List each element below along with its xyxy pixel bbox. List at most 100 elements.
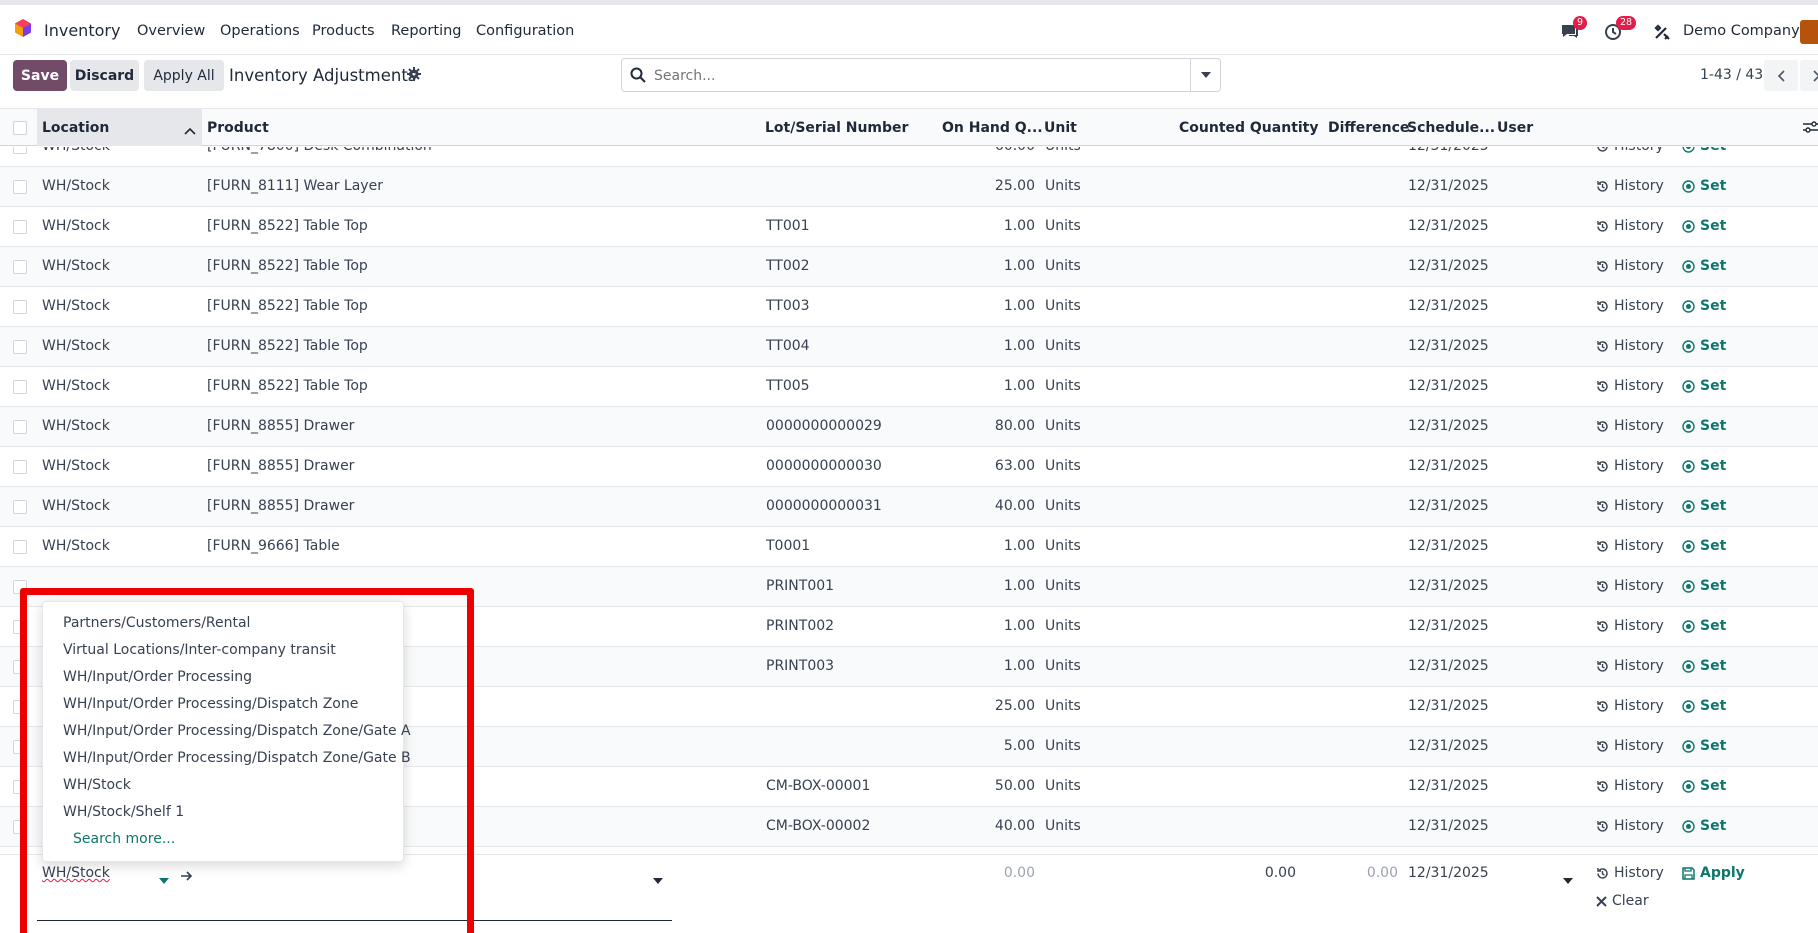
row-checkbox[interactable] [13,380,27,394]
column-on-hand[interactable]: On Hand Q... [942,120,1043,136]
table-row[interactable]: WH/Stock [FURN_8522] Table Top TT004 1.00 Un… [0,327,1818,367]
row-history-button[interactable]: History [1596,738,1664,754]
row-checkbox[interactable] [13,740,27,754]
row-set-button[interactable]: Set [1682,147,1726,154]
app-name[interactable]: Inventory [44,21,120,40]
column-lot-serial[interactable]: Lot/Serial Number [765,120,908,136]
row-checkbox[interactable] [13,340,27,354]
row-checkbox[interactable] [13,660,27,674]
table-row[interactable]: WH/Stock [FURN_7800] Desk Combination 60.0… [0,147,1818,167]
row-history-button[interactable]: History [1596,178,1664,194]
row-set-button[interactable]: Set [1682,618,1726,634]
dropdown-option[interactable]: WH/Input/Order Processing/Dispatch Zone [63,696,358,712]
row-set-button[interactable]: Set [1682,578,1726,594]
row-history-button[interactable]: History [1596,147,1664,154]
tools-icon[interactable] [1653,23,1671,45]
table-row[interactable]: WH/Stock [FURN_8522] Table Top TT002 1.00 Un… [0,247,1818,287]
row-set-button[interactable]: Set [1682,298,1726,314]
table-row[interactable]: WH/Stock [FURN_8855] Drawer 0000000000031 4… [0,487,1818,527]
table-row[interactable]: WH/Stock [FURN_8111] Wear Layer 25.00 Units… [0,167,1818,207]
row-history-button[interactable]: History [1596,458,1664,474]
edit-history-button[interactable]: History [1596,865,1664,881]
dropdown-option[interactable]: WH/Input/Order Processing/Dispatch Zone/… [63,723,411,739]
column-counted-quantity[interactable]: Counted Quantity [1179,120,1319,136]
menu-operations[interactable]: Operations [220,23,300,39]
row-history-button[interactable]: History [1596,218,1664,234]
table-row[interactable]: WH/Stock [FURN_8522] Table Top TT001 1.00 Un… [0,207,1818,247]
dropdown-option[interactable]: Virtual Locations/Inter-company transit [63,642,336,658]
dropdown-option[interactable]: WH/Stock/Shelf 1 [63,804,184,820]
column-user[interactable]: User [1497,120,1533,136]
row-set-button[interactable]: Set [1682,338,1726,354]
internal-link-arrow-icon[interactable] [181,869,193,885]
search-more-link[interactable]: Search more... [73,831,175,847]
row-checkbox[interactable] [13,820,27,834]
row-checkbox[interactable] [13,700,27,714]
row-checkbox[interactable] [13,180,27,194]
discard-button[interactable]: Discard [70,60,139,91]
row-history-button[interactable]: History [1596,538,1664,554]
pager-next-button[interactable] [1800,60,1818,91]
row-set-button[interactable]: Set [1682,418,1726,434]
row-history-button[interactable]: History [1596,258,1664,274]
row-set-button[interactable]: Set [1682,738,1726,754]
pager-value[interactable]: 1-43 / 43 [1700,67,1763,83]
dropdown-option[interactable]: WH/Input/Order Processing [63,669,252,685]
search-input[interactable] [654,65,1154,87]
gear-icon[interactable] [407,67,421,85]
apply-all-button[interactable]: Apply All [144,60,224,91]
optional-columns-icon[interactable] [1803,120,1818,138]
row-history-button[interactable]: History [1596,338,1664,354]
row-set-button[interactable]: Set [1682,178,1726,194]
row-checkbox[interactable] [13,780,27,794]
counted-quantity-input[interactable]: 0.00 [1250,865,1296,881]
row-set-button[interactable]: Set [1682,378,1726,394]
row-set-button[interactable]: Set [1682,218,1726,234]
location-dropdown-icon[interactable] [159,872,169,888]
column-difference[interactable]: Difference [1328,120,1409,136]
row-set-button[interactable]: Set [1682,658,1726,674]
row-checkbox[interactable] [13,147,27,154]
inventory-app-icon[interactable] [13,18,33,38]
product-input[interactable] [37,920,672,921]
search-options-toggle[interactable] [1190,59,1220,91]
column-unit[interactable]: Unit [1044,120,1077,136]
column-scheduled[interactable]: Schedule... [1407,120,1495,136]
company-switcher[interactable]: Demo Company [1683,23,1800,39]
pager-previous-button[interactable] [1764,60,1798,91]
row-history-button[interactable]: History [1596,578,1664,594]
scheduled-date-input[interactable]: 12/31/2025 [1408,865,1489,881]
row-checkbox[interactable] [13,620,27,634]
row-checkbox[interactable] [13,580,27,594]
sort-ascending-icon[interactable] [184,123,196,139]
row-set-button[interactable]: Set [1682,458,1726,474]
row-checkbox[interactable] [13,460,27,474]
save-button[interactable]: Save [13,60,67,91]
row-set-button[interactable]: Set [1682,778,1726,794]
menu-overview[interactable]: Overview [137,23,205,39]
row-history-button[interactable]: History [1596,298,1664,314]
row-checkbox[interactable] [13,500,27,514]
location-input[interactable]: WH/Stock [42,865,110,881]
row-checkbox[interactable] [13,260,27,274]
dropdown-option[interactable]: WH/Stock [63,777,131,793]
row-set-button[interactable]: Set [1682,538,1726,554]
row-history-button[interactable]: History [1596,818,1664,834]
table-row[interactable]: WH/Stock [FURN_8522] Table Top TT005 1.00 Un… [0,367,1818,407]
row-history-button[interactable]: History [1596,418,1664,434]
row-checkbox[interactable] [13,220,27,234]
table-row[interactable]: WH/Stock [FURN_8522] Table Top TT003 1.00 Un… [0,287,1818,327]
row-history-button[interactable]: History [1596,498,1664,514]
menu-reporting[interactable]: Reporting [391,23,462,39]
row-set-button[interactable]: Set [1682,258,1726,274]
user-dropdown-icon[interactable] [1563,872,1573,888]
menu-products[interactable]: Products [312,23,375,39]
row-history-button[interactable]: History [1596,618,1664,634]
dropdown-option[interactable]: WH/Input/Order Processing/Dispatch Zone/… [63,750,411,766]
row-set-button[interactable]: Set [1682,818,1726,834]
row-history-button[interactable]: History [1596,658,1664,674]
row-checkbox[interactable] [13,540,27,554]
row-checkbox[interactable] [13,420,27,434]
dropdown-option[interactable]: Partners/Customers/Rental [63,615,250,631]
apply-button[interactable]: Apply [1682,865,1745,881]
